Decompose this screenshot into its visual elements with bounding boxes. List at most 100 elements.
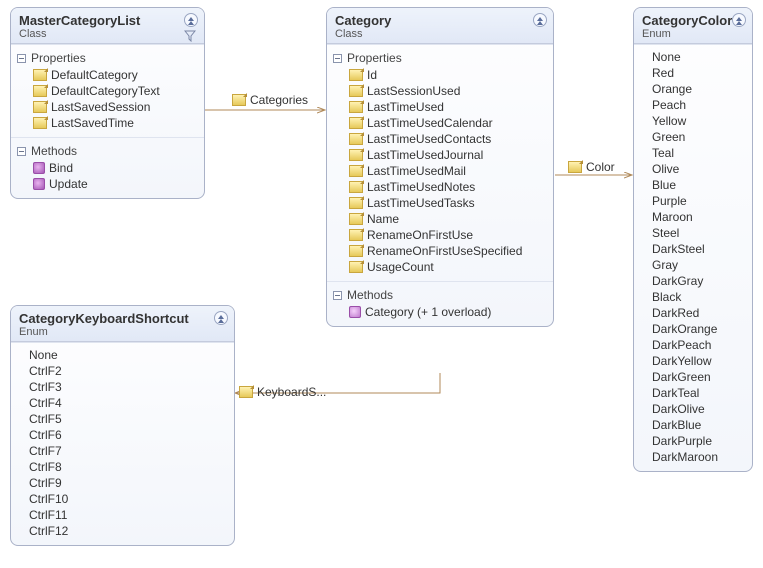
enum-value[interactable]: DarkYellow: [642, 353, 746, 369]
box-header[interactable]: Category Class: [327, 8, 553, 44]
box-subtitle: Class: [19, 28, 196, 40]
enum-value[interactable]: DarkPeach: [642, 337, 746, 353]
box-header[interactable]: MasterCategoryList Class: [11, 8, 204, 44]
property-item[interactable]: LastSavedTime: [19, 115, 198, 131]
enum-value[interactable]: Orange: [642, 81, 746, 97]
connector-label-categories[interactable]: Categories: [232, 93, 308, 107]
enum-value[interactable]: DarkSteel: [642, 241, 746, 257]
enum-value[interactable]: None: [19, 347, 228, 363]
collapse-icon[interactable]: [732, 13, 746, 27]
connector-text: Color: [586, 160, 615, 174]
enum-value[interactable]: CtrlF7: [19, 443, 228, 459]
section-header-properties[interactable]: Properties: [17, 49, 198, 67]
property-item[interactable]: DefaultCategoryText: [19, 83, 198, 99]
box-title: CategoryColor: [642, 13, 744, 28]
section-header-methods[interactable]: Methods: [17, 142, 198, 160]
enum-value[interactable]: Green: [642, 129, 746, 145]
property-label: LastTimeUsedMail: [367, 164, 466, 178]
property-icon: [239, 386, 253, 398]
method-label: Category (+ 1 overload): [365, 305, 491, 319]
minus-icon[interactable]: [333, 54, 342, 63]
box-header[interactable]: CategoryKeyboardShortcut Enum: [11, 306, 234, 342]
enum-value[interactable]: CtrlF12: [19, 523, 228, 539]
enum-value[interactable]: CtrlF3: [19, 379, 228, 395]
enum-value[interactable]: DarkGreen: [642, 369, 746, 385]
property-item[interactable]: LastTimeUsedJournal: [335, 147, 547, 163]
property-icon: [349, 181, 363, 193]
enum-value[interactable]: CtrlF6: [19, 427, 228, 443]
property-label: DefaultCategoryText: [51, 84, 160, 98]
enum-value[interactable]: Teal: [642, 145, 746, 161]
section-label: Properties: [347, 51, 402, 65]
enum-value[interactable]: DarkMaroon: [642, 449, 746, 465]
enum-value[interactable]: None: [642, 49, 746, 65]
minus-icon[interactable]: [17, 147, 26, 156]
connector-label-color[interactable]: Color: [568, 160, 615, 174]
enum-box-categorykeyboardshortcut[interactable]: CategoryKeyboardShortcut Enum NoneCtrlF2…: [10, 305, 235, 546]
method-icon: [33, 178, 45, 190]
enum-value[interactable]: DarkTeal: [642, 385, 746, 401]
property-item[interactable]: RenameOnFirstUse: [335, 227, 547, 243]
property-item[interactable]: LastTimeUsedMail: [335, 163, 547, 179]
section-header-properties[interactable]: Properties: [333, 49, 547, 67]
enum-value[interactable]: CtrlF5: [19, 411, 228, 427]
property-label: LastTimeUsedContacts: [367, 132, 491, 146]
enum-value[interactable]: DarkGray: [642, 273, 746, 289]
method-item[interactable]: Category (+ 1 overload): [335, 304, 547, 320]
enum-box-categorycolor[interactable]: CategoryColor Enum NoneRedOrangePeachYel…: [633, 7, 753, 472]
property-item[interactable]: LastTimeUsedCalendar: [335, 115, 547, 131]
enum-value[interactable]: DarkPurple: [642, 433, 746, 449]
class-box-mastercategorylist[interactable]: MasterCategoryList Class Properties Defa…: [10, 7, 205, 199]
property-item[interactable]: LastSavedSession: [19, 99, 198, 115]
property-item[interactable]: Id: [335, 67, 547, 83]
method-item[interactable]: Update: [19, 176, 198, 192]
property-icon: [568, 161, 582, 173]
enum-value[interactable]: Steel: [642, 225, 746, 241]
property-icon: [349, 197, 363, 209]
property-item[interactable]: RenameOnFirstUseSpecified: [335, 243, 547, 259]
enum-value[interactable]: DarkOrange: [642, 321, 746, 337]
enum-value[interactable]: DarkOlive: [642, 401, 746, 417]
enum-value[interactable]: CtrlF11: [19, 507, 228, 523]
enum-value[interactable]: Purple: [642, 193, 746, 209]
method-item[interactable]: Bind: [19, 160, 198, 176]
enum-value[interactable]: Yellow: [642, 113, 746, 129]
property-icon: [349, 261, 363, 273]
enum-value[interactable]: CtrlF9: [19, 475, 228, 491]
enum-value[interactable]: Gray: [642, 257, 746, 273]
property-icon: [349, 149, 363, 161]
collapse-icon[interactable]: [214, 311, 228, 325]
property-item[interactable]: LastTimeUsed: [335, 99, 547, 115]
filter-icon[interactable]: [184, 30, 196, 42]
enum-value[interactable]: CtrlF8: [19, 459, 228, 475]
enum-value[interactable]: Black: [642, 289, 746, 305]
collapse-icon[interactable]: [184, 13, 198, 27]
property-item[interactable]: LastTimeUsedNotes: [335, 179, 547, 195]
property-label: Id: [367, 68, 377, 82]
enum-value[interactable]: DarkRed: [642, 305, 746, 321]
enum-value[interactable]: Blue: [642, 177, 746, 193]
enum-value[interactable]: CtrlF10: [19, 491, 228, 507]
enum-value[interactable]: Red: [642, 65, 746, 81]
enum-value[interactable]: Maroon: [642, 209, 746, 225]
enum-value[interactable]: DarkBlue: [642, 417, 746, 433]
property-item[interactable]: Name: [335, 211, 547, 227]
minus-icon[interactable]: [17, 54, 26, 63]
property-item[interactable]: DefaultCategory: [19, 67, 198, 83]
collapse-icon[interactable]: [533, 13, 547, 27]
property-item[interactable]: LastTimeUsedContacts: [335, 131, 547, 147]
property-item[interactable]: UsageCount: [335, 259, 547, 275]
property-item[interactable]: LastSessionUsed: [335, 83, 547, 99]
property-icon: [349, 165, 363, 177]
property-item[interactable]: LastTimeUsedTasks: [335, 195, 547, 211]
enum-value[interactable]: Peach: [642, 97, 746, 113]
minus-icon[interactable]: [333, 291, 342, 300]
connector-label-keyboardshortcut[interactable]: KeyboardS...: [239, 385, 326, 399]
box-header[interactable]: CategoryColor Enum: [634, 8, 752, 44]
enum-value[interactable]: CtrlF2: [19, 363, 228, 379]
class-box-category[interactable]: Category Class Properties IdLastSessionU…: [326, 7, 554, 327]
enum-value[interactable]: CtrlF4: [19, 395, 228, 411]
property-label: DefaultCategory: [51, 68, 138, 82]
enum-value[interactable]: Olive: [642, 161, 746, 177]
section-header-methods[interactable]: Methods: [333, 286, 547, 304]
